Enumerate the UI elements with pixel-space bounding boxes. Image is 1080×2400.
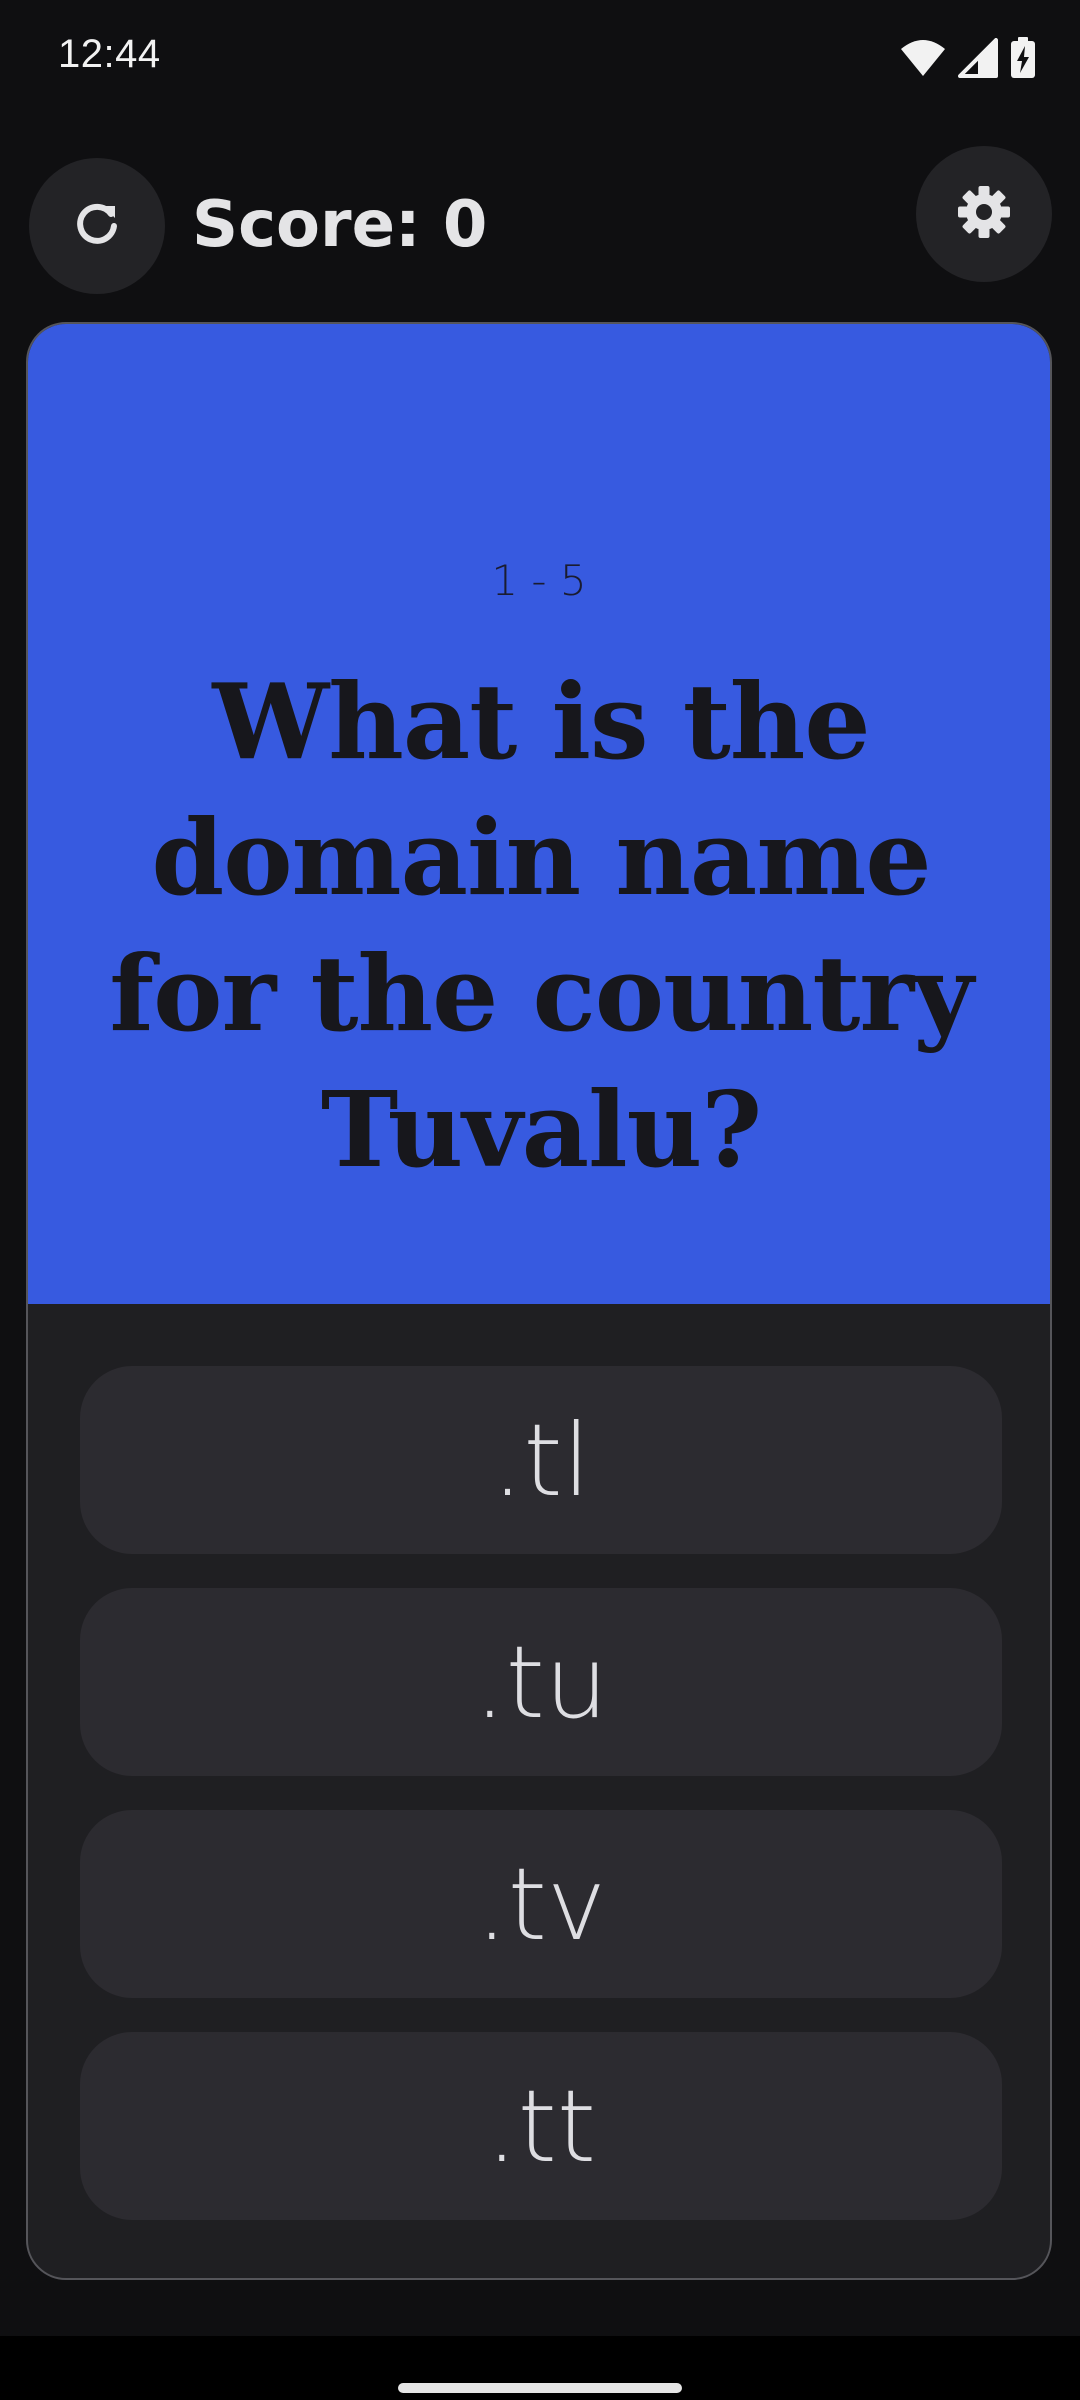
gear-icon xyxy=(956,184,1012,244)
question-panel: 1 - 5 What is the domain name for the co… xyxy=(28,324,1050,1304)
answer-option-3[interactable]: .tv xyxy=(80,1810,1002,1998)
settings-button[interactable] xyxy=(916,146,1052,282)
answer-option-2[interactable]: .tu xyxy=(80,1588,1002,1776)
question-counter: 1 - 5 xyxy=(491,556,587,605)
question-text: What is the domain name for the country … xyxy=(109,660,973,1191)
status-time: 12:44 xyxy=(58,32,161,76)
answer-list: .tl .tu .tv .tt xyxy=(80,1366,1002,2254)
answer-option-4[interactable]: .tt xyxy=(80,2032,1002,2220)
score-label: Score: 0 xyxy=(192,188,488,262)
question-card: 1 - 5 What is the domain name for the co… xyxy=(26,322,1052,2280)
home-gesture-handle[interactable] xyxy=(398,2383,682,2393)
wifi-icon xyxy=(900,39,946,77)
refresh-icon xyxy=(73,200,121,252)
battery-charging-icon xyxy=(1010,37,1036,79)
restart-button[interactable] xyxy=(29,158,165,294)
signal-icon xyxy=(958,38,998,78)
status-icons xyxy=(900,36,1036,80)
status-bar: 12:44 xyxy=(0,0,1080,116)
answer-option-1[interactable]: .tl xyxy=(80,1366,1002,1554)
